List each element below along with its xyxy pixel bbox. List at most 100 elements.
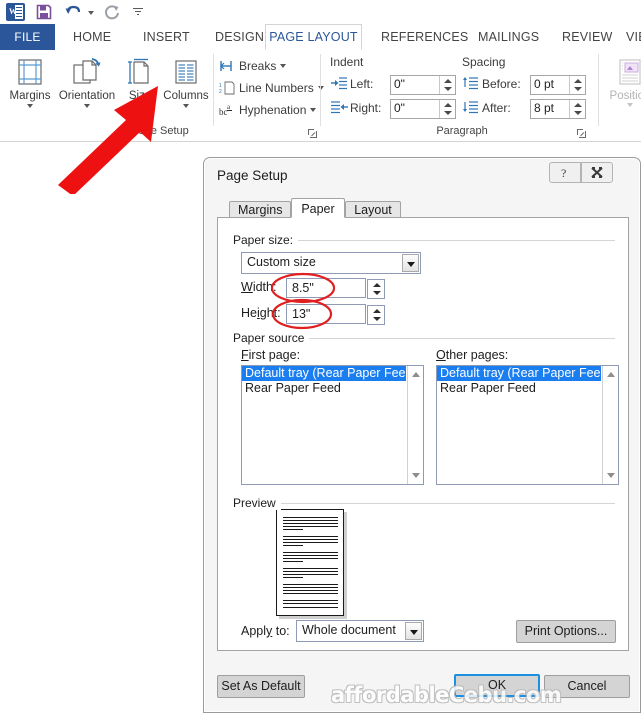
spacing-before-input[interactable]: 0 pt: [530, 75, 586, 95]
tab-references[interactable]: REFERENCES: [370, 24, 479, 50]
spacing-after-input[interactable]: 8 pt: [530, 99, 586, 119]
customize-quick-access-icon[interactable]: [133, 8, 143, 16]
indent-right-input[interactable]: 0": [390, 99, 456, 119]
chevron-down-icon[interactable]: [84, 104, 90, 108]
breaks-label: Breaks: [239, 59, 277, 73]
width-label: Width:: [241, 280, 277, 294]
svg-text:2: 2: [219, 89, 222, 95]
hyphenation-label: Hyphenation: [239, 103, 307, 117]
breaks-icon: [219, 59, 239, 75]
chevron-down-icon[interactable]: [402, 254, 419, 272]
hyphenation-button[interactable]: bc a Hyphenation: [219, 100, 317, 120]
close-icon[interactable]: [581, 162, 613, 183]
spacing-after-icon: [462, 100, 479, 117]
width-input[interactable]: 8.5": [286, 278, 385, 299]
apply-to-label: Apply to:: [241, 624, 290, 638]
orientation-button[interactable]: Orientation: [56, 54, 118, 108]
position-button[interactable]: Position: [606, 54, 641, 107]
dialog-tab-paper[interactable]: Paper: [291, 198, 345, 218]
group-divider: [598, 54, 599, 126]
spacing-before-label: Before:: [482, 77, 521, 91]
paper-size-value: Custom size: [247, 255, 316, 269]
tab-mailings[interactable]: MAILINGS: [467, 24, 550, 50]
dialog-tab-layout[interactable]: Layout: [345, 201, 401, 218]
height-value: 13": [292, 307, 311, 321]
list-item[interactable]: Rear Paper Feed: [437, 381, 601, 396]
dialog-tab-margins[interactable]: Margins: [229, 201, 291, 218]
spacing-after-value: 8 pt: [534, 101, 555, 115]
word-logo-icon: W: [6, 3, 25, 21]
undo-icon[interactable]: [64, 3, 82, 21]
spacing-after-stepper[interactable]: [569, 100, 585, 118]
paragraph-dialog-launcher[interactable]: [577, 127, 586, 138]
print-options-label: Print Options...: [524, 624, 608, 638]
columns-button[interactable]: Columns: [160, 54, 212, 108]
paper-source-group-label: Paper source: [233, 331, 310, 345]
spacing-before-value: 0 pt: [534, 77, 555, 91]
tab-view[interactable]: VIEW: [615, 24, 641, 50]
paper-size-select[interactable]: Custom size: [241, 252, 421, 274]
indent-right-value: 0": [394, 101, 405, 115]
page-setup-dialog-launcher[interactable]: [308, 127, 317, 138]
spacing-before-stepper[interactable]: [569, 76, 585, 94]
redo-icon[interactable]: [103, 3, 121, 21]
margins-button[interactable]: Margins: [2, 54, 58, 108]
list-item[interactable]: Rear Paper Feed: [242, 381, 406, 396]
indent-right-stepper[interactable]: [439, 100, 455, 118]
chevron-down-icon[interactable]: [405, 622, 422, 640]
tab-page-layout[interactable]: PAGE LAYOUT: [265, 24, 362, 50]
tab-home[interactable]: HOME: [62, 24, 122, 50]
first-page-scrollbar[interactable]: [407, 366, 423, 484]
paper-size-group-label: Paper size:: [233, 233, 299, 247]
size-button[interactable]: Size: [118, 54, 162, 108]
hyphenation-icon: bc a: [219, 103, 239, 119]
height-input[interactable]: 13": [286, 304, 385, 325]
apply-to-value: Whole document: [302, 623, 396, 637]
tab-review[interactable]: REVIEW: [551, 24, 624, 50]
indent-left-input[interactable]: 0": [390, 75, 456, 95]
other-pages-scrollbar[interactable]: [602, 366, 618, 484]
position-icon: [606, 54, 641, 90]
orientation-icon: [56, 54, 118, 90]
chevron-down-icon[interactable]: [183, 104, 189, 108]
tab-file[interactable]: FILE: [0, 24, 55, 50]
watermark: affordableCebu.com: [331, 683, 562, 707]
first-page-label: First page:: [241, 348, 301, 362]
columns-label: Columns: [163, 90, 209, 102]
print-options-button[interactable]: Print Options...: [516, 620, 616, 643]
ribbon-tab-bar: FILE HOME INSERT DESIGN PAGE LAYOUT REFE…: [0, 24, 641, 51]
spacing-after-label: After:: [482, 101, 511, 115]
help-button[interactable]: ?: [549, 162, 581, 183]
undo-dropdown-icon[interactable]: [88, 11, 94, 15]
set-as-default-button[interactable]: Set As Default: [217, 675, 305, 698]
width-label-text: idth:: [252, 280, 277, 294]
indent-left-icon: [331, 76, 348, 93]
other-pages-listbox[interactable]: Default tray (Rear Paper Feed) Rear Pape…: [436, 365, 619, 485]
spacing-before-icon: [462, 76, 479, 93]
chevron-down-icon[interactable]: [137, 104, 143, 108]
position-label: Position: [609, 90, 641, 102]
chevron-down-icon[interactable]: [27, 104, 33, 108]
height-stepper[interactable]: [367, 305, 385, 325]
other-pages-label: Other pages:: [436, 348, 509, 362]
first-page-listbox[interactable]: Default tray (Rear Paper Feed) Rear Pape…: [241, 365, 424, 485]
breaks-button[interactable]: Breaks: [219, 56, 287, 76]
chevron-down-icon[interactable]: [627, 103, 633, 107]
indent-left-label: Left:: [350, 77, 374, 91]
indent-left-stepper[interactable]: [439, 76, 455, 94]
dialog-title: Page Setup: [217, 168, 288, 183]
group-divider: [320, 54, 321, 126]
chevron-down-icon[interactable]: [310, 108, 317, 112]
set-as-default-label: Set As Default: [221, 679, 301, 693]
save-icon[interactable]: [36, 4, 52, 20]
line-numbers-button[interactable]: 12 Line Numbers: [219, 78, 324, 98]
apply-to-select[interactable]: Whole document: [296, 620, 424, 642]
tab-insert[interactable]: INSERT: [132, 24, 201, 50]
list-item[interactable]: Default tray (Rear Paper Feed): [242, 366, 417, 381]
page-setup-group-label: Page Setup: [131, 125, 189, 137]
width-stepper[interactable]: [367, 279, 385, 299]
spacing-section-label: Spacing: [462, 55, 506, 69]
list-item[interactable]: Default tray (Rear Paper Feed): [437, 366, 612, 381]
chevron-down-icon[interactable]: [280, 64, 287, 68]
size-label: Size: [128, 90, 152, 102]
